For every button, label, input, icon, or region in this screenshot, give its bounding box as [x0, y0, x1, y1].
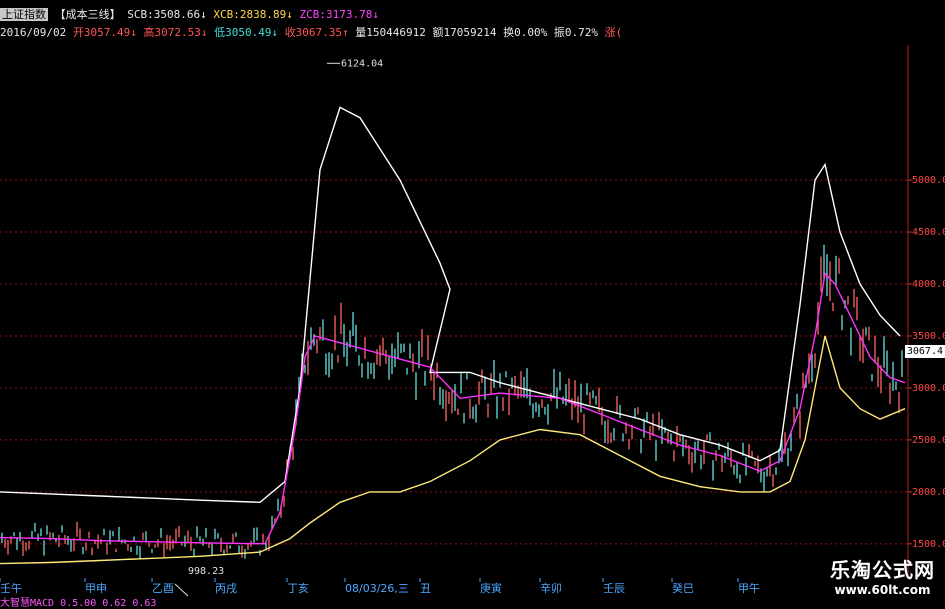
era-label: 08/03/26,三 [345, 582, 409, 595]
y-tick-label: 4000.0 [912, 279, 945, 290]
high-annotation: 6124.04 [341, 58, 383, 69]
era-label: 甲午 [738, 582, 760, 595]
y-tick-label: 1500.0 [912, 539, 945, 550]
low-marker [174, 583, 189, 597]
era-label: 丑 [420, 582, 431, 595]
y-tick-label: 2500.0 [912, 435, 945, 446]
era-label: 辛卯 [540, 581, 562, 595]
indicator-strip: 大智慧MACD 0.5.00 0.62 0.63 [0, 598, 157, 609]
y-tick-label: 2000.0 [912, 487, 945, 498]
era-label: 丙戌 [215, 582, 237, 595]
watermark-url: www.60lt.com [834, 583, 931, 597]
current-price-tag: 3067.4 [904, 345, 945, 358]
y-tick-label: 4500.0 [912, 227, 945, 238]
y-tick-label: 5000.0 [912, 175, 945, 186]
era-label: 丁亥 [287, 581, 309, 595]
era-label: 癸巳 [672, 581, 694, 595]
era-label: 庚寅 [480, 581, 502, 595]
y-tick-label: 3500.0 [912, 331, 945, 342]
watermark: 乐淘公式网 www.60lt.com [830, 554, 935, 597]
price-chart[interactable]: 5000.0 4500.0 4000.0 3500.0 3000.0 2500.0 2000… [0, 0, 945, 609]
y-tick-label: 3000.0 [912, 383, 945, 394]
cost-line-2 [0, 335, 906, 565]
low-annotation: 998.23 [188, 566, 224, 577]
era-label: 壬辰 [603, 582, 625, 595]
watermark-title: 乐淘公式网 [830, 558, 935, 582]
cost-line-0 [0, 106, 901, 504]
